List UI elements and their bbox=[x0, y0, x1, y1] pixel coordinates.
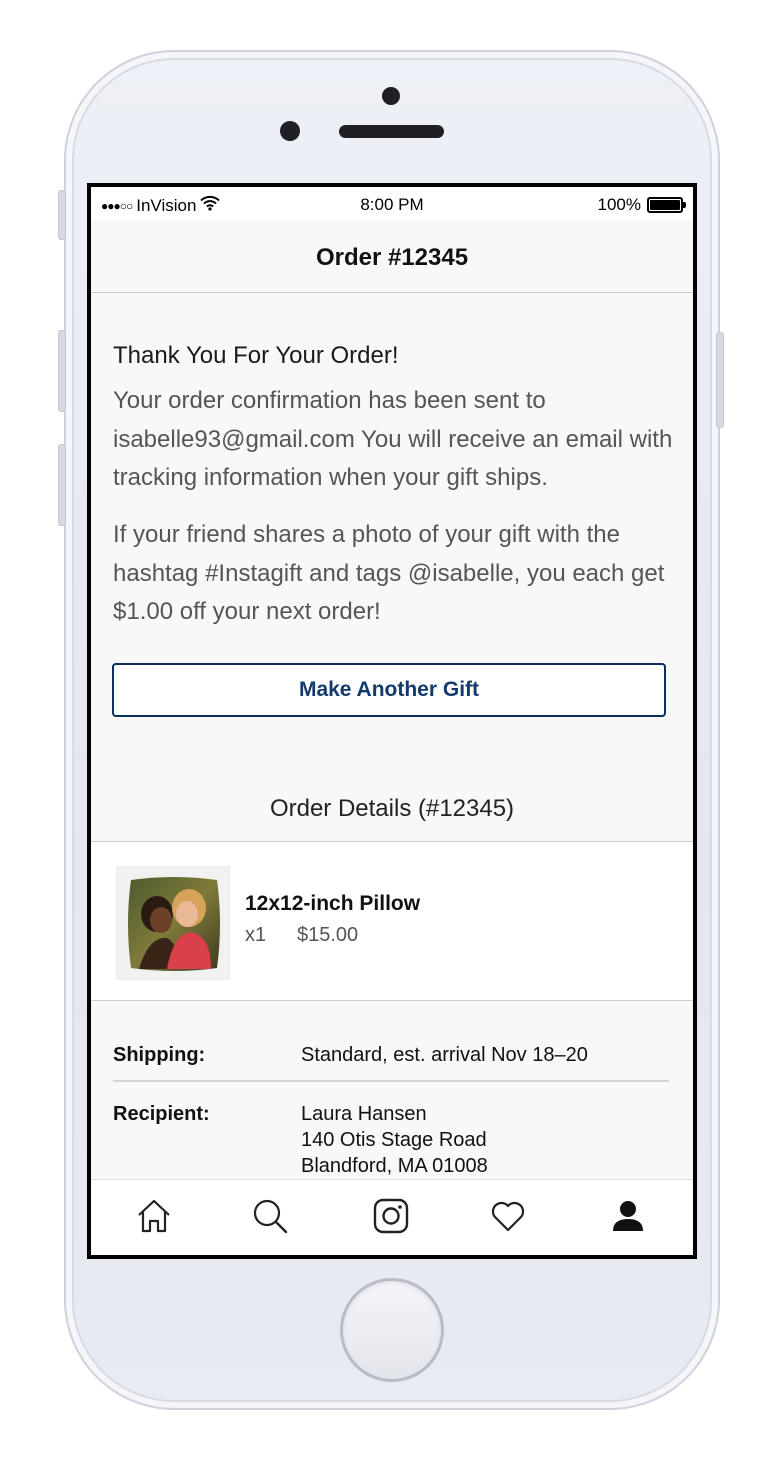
battery-icon bbox=[647, 197, 686, 213]
tab-bar bbox=[91, 1179, 693, 1255]
tab-camera[interactable] bbox=[369, 1194, 413, 1238]
battery-group: 100% bbox=[597, 195, 686, 215]
item-quantity: x1 bbox=[245, 924, 267, 946]
recipient-name: Laura Hansen bbox=[301, 1103, 427, 1125]
confirmation-message: Your order confirmation has been sent to… bbox=[113, 387, 673, 491]
home-icon bbox=[138, 1199, 170, 1233]
volume-down-button bbox=[58, 444, 66, 526]
shipping-label: Shipping: bbox=[113, 1044, 206, 1066]
item-name: 12x12-inch Pillow bbox=[245, 892, 421, 915]
camera-icon bbox=[373, 1198, 409, 1234]
volume-up-button bbox=[58, 330, 66, 412]
silent-switch bbox=[58, 190, 66, 240]
heart-icon bbox=[491, 1201, 525, 1232]
pillow-photo-icon bbox=[128, 877, 220, 971]
front-camera bbox=[382, 87, 400, 105]
order-item-row: 12x12-inch Pillow x1 $15.00 bbox=[91, 841, 693, 1001]
thank-you-heading: Thank You For Your Order! bbox=[113, 342, 399, 369]
item-price: $15.00 bbox=[297, 924, 359, 946]
search-icon bbox=[253, 1199, 288, 1234]
navigation-bar: Order #12345 bbox=[91, 221, 693, 293]
recipient-label: Recipient: bbox=[113, 1103, 210, 1125]
earpiece-speaker bbox=[339, 125, 444, 138]
battery-percent: 100% bbox=[597, 195, 641, 214]
tab-profile[interactable] bbox=[606, 1194, 650, 1238]
home-button[interactable] bbox=[340, 1278, 444, 1382]
order-details-heading: Order Details (#12345) bbox=[269, 795, 515, 822]
page-title: Order #12345 bbox=[315, 244, 469, 271]
tab-home[interactable] bbox=[132, 1194, 176, 1238]
tab-activity[interactable] bbox=[486, 1194, 530, 1238]
profile-icon bbox=[613, 1201, 643, 1231]
make-another-gift-button[interactable]: Make Another Gift bbox=[112, 663, 666, 717]
details-divider bbox=[113, 1080, 669, 1082]
item-thumbnail bbox=[116, 866, 230, 980]
tab-search[interactable] bbox=[248, 1194, 292, 1238]
proximity-sensor bbox=[280, 121, 300, 141]
recipient-city: Blandford, MA 01008 bbox=[301, 1155, 488, 1177]
promo-message: If your friend shares a photo of your gi… bbox=[113, 521, 665, 625]
power-button bbox=[716, 332, 724, 428]
recipient-street: 140 Otis Stage Road bbox=[301, 1129, 487, 1151]
phone-screen: ●●●○○ InVision 8:00 PM 100% Order #12345… bbox=[87, 183, 697, 1259]
shipping-value: Standard, est. arrival Nov 18–20 bbox=[301, 1044, 588, 1066]
status-bar: ●●●○○ InVision 8:00 PM 100% bbox=[91, 187, 693, 221]
